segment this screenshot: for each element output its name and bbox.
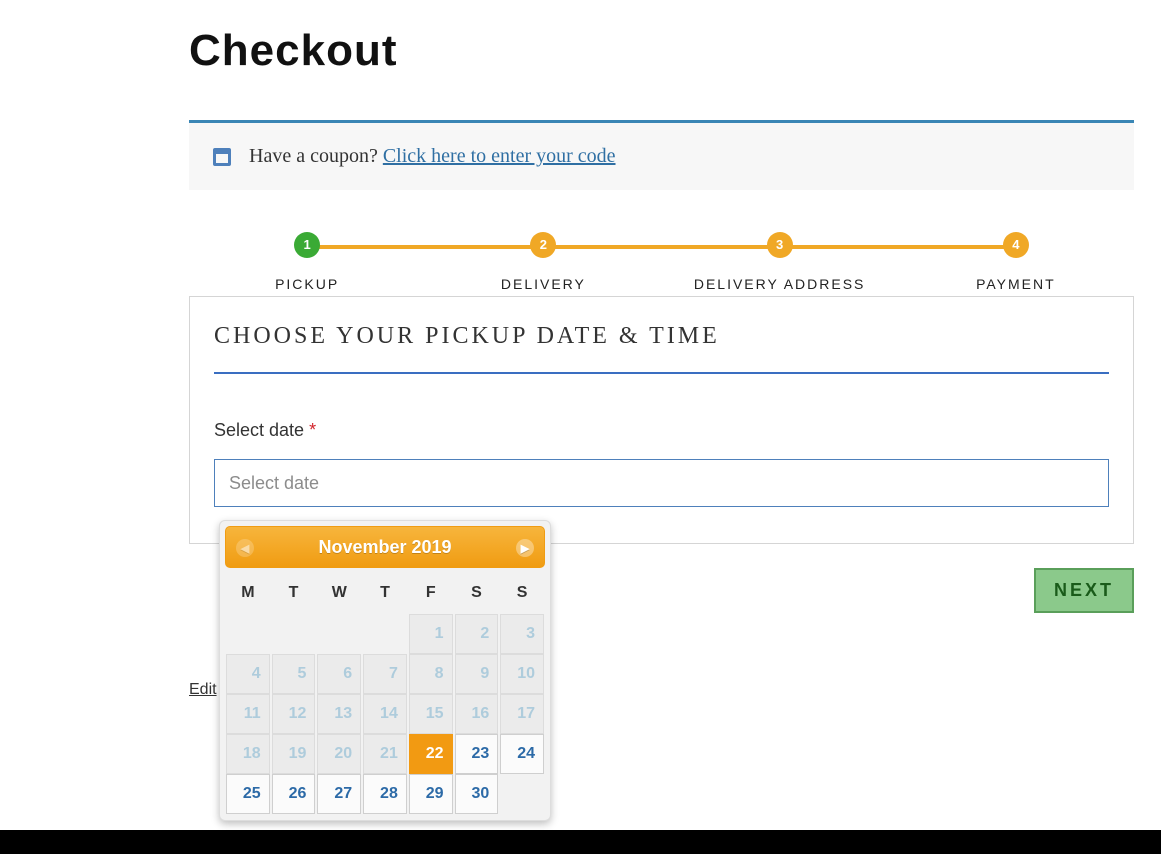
next-button[interactable]: NEXT (1034, 568, 1134, 613)
edit-link[interactable]: Edit (189, 681, 217, 699)
datepicker-day-available[interactable]: 29 (409, 774, 453, 814)
datepicker-day-past: 17 (500, 694, 544, 734)
datepicker-day-past: 11 (226, 694, 270, 734)
pickup-panel: CHOOSE YOUR PICKUP DATE & TIME Select da… (189, 296, 1134, 544)
datepicker-week: 11121314151617 (220, 694, 550, 734)
step-label: PAYMENT (898, 276, 1134, 292)
datepicker-day-available[interactable]: 23 (455, 734, 499, 774)
step-dot: 3 (767, 232, 793, 258)
chevron-right-icon: ▶ (521, 542, 529, 555)
dow-sun: S (500, 578, 544, 608)
datepicker-day-available[interactable]: 28 (363, 774, 407, 814)
prev-month-button: ◀ (236, 539, 254, 557)
datepicker-day-past: 5 (272, 654, 316, 694)
coupon-question: Have a coupon? (249, 145, 383, 167)
footer-bar (0, 830, 1161, 854)
required-mark: * (309, 420, 316, 440)
step-payment[interactable]: 4 PAYMENT (898, 232, 1134, 292)
datepicker-day-past: 18 (226, 734, 270, 774)
step-dot: 1 (294, 232, 320, 258)
step-pickup[interactable]: 1 PICKUP (189, 232, 425, 292)
datepicker-day-past: 1 (409, 614, 453, 654)
datepicker-day-today[interactable]: 22 (409, 734, 453, 774)
datepicker-day-past: 16 (455, 694, 499, 734)
datepicker-day-past: 2 (455, 614, 499, 654)
datepicker-day-available[interactable]: 26 (272, 774, 316, 814)
datepicker-day-past: 9 (455, 654, 499, 694)
step-delivery-address[interactable]: 3 DELIVERY ADDRESS (662, 232, 898, 292)
datepicker-day-past: 4 (226, 654, 270, 694)
datepicker-day-past: 14 (363, 694, 407, 734)
datepicker-week: 252627282930 (220, 774, 550, 814)
datepicker-title: November 2019 (318, 537, 451, 558)
datepicker-day-past: 19 (272, 734, 316, 774)
date-label: Select date * (214, 420, 1109, 441)
datepicker-day-past: 7 (363, 654, 407, 694)
dow-tue: T (272, 578, 316, 608)
datepicker-day-past: 10 (500, 654, 544, 694)
datepicker-day-past: 3 (500, 614, 544, 654)
datepicker-day-past: 8 (409, 654, 453, 694)
select-date-input[interactable] (214, 459, 1109, 507)
datepicker-day-available[interactable]: 27 (317, 774, 361, 814)
step-label: DELIVERY ADDRESS (662, 276, 898, 292)
checkout-stepper: 1 PICKUP 2 DELIVERY 3 DELIVERY ADDRESS 4… (189, 232, 1134, 296)
step-label: PICKUP (189, 276, 425, 292)
coupon-link[interactable]: Click here to enter your code (383, 145, 616, 167)
datepicker-day-past: 20 (317, 734, 361, 774)
chevron-left-icon: ◀ (241, 542, 249, 555)
datepicker-day-past: 13 (317, 694, 361, 734)
step-delivery[interactable]: 2 DELIVERY (425, 232, 661, 292)
dow-sat: S (455, 578, 499, 608)
date-label-text: Select date (214, 420, 309, 440)
datepicker-week: 45678910 (220, 654, 550, 694)
dow-fri: F (409, 578, 453, 608)
step-dot: 2 (530, 232, 556, 258)
panel-title: CHOOSE YOUR PICKUP DATE & TIME (214, 323, 1109, 374)
datepicker: ◀ November 2019 ▶ M T W T F S S 12345678… (219, 520, 551, 821)
datepicker-day-available[interactable]: 30 (455, 774, 499, 814)
coupon-notice: Have a coupon? Click here to enter your … (189, 120, 1134, 190)
datepicker-week: 18192021222324 (220, 734, 550, 774)
datepicker-day-past: 15 (409, 694, 453, 734)
datepicker-day-available[interactable]: 24 (500, 734, 544, 774)
dow-wed: W (317, 578, 361, 608)
page-title: Checkout (189, 26, 1134, 76)
dow-mon: M (226, 578, 270, 608)
step-dot: 4 (1003, 232, 1029, 258)
datepicker-header: ◀ November 2019 ▶ (225, 526, 545, 568)
datepicker-day-past: 21 (363, 734, 407, 774)
step-label: DELIVERY (425, 276, 661, 292)
datepicker-body: 1234567891011121314151617181920212223242… (220, 614, 550, 814)
datepicker-dow-row: M T W T F S S (220, 578, 550, 608)
datepicker-day-past: 12 (272, 694, 316, 734)
datepicker-day-available[interactable]: 25 (226, 774, 270, 814)
coupon-icon (213, 148, 231, 166)
dow-thu: T (363, 578, 407, 608)
datepicker-day-past: 6 (317, 654, 361, 694)
next-month-button[interactable]: ▶ (516, 539, 534, 557)
datepicker-week: 123 (220, 614, 550, 654)
